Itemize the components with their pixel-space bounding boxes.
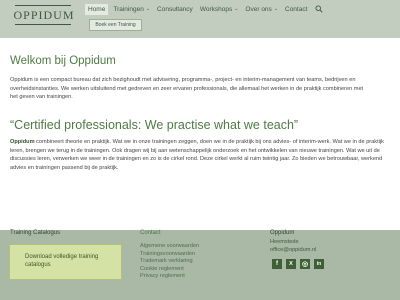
link-trainingsvoorwaarden[interactable]: Trainingsvoorwaarden — [140, 251, 199, 259]
nav-item-consultancy[interactable]: Consultancy — [157, 6, 193, 13]
search-icon[interactable] — [315, 5, 324, 13]
facebook-icon[interactable]: f — [272, 259, 282, 269]
oppidum-footer-heading: Oppidum — [270, 230, 295, 236]
logo-rule-bottom — [15, 24, 71, 25]
training-catalogus-heading: Training Catalogus — [10, 230, 61, 236]
company-name-bold: Oppidum — [10, 139, 35, 145]
main-content: Welkom bij Oppidum Oppidum is een compac… — [0, 38, 400, 230]
intro-paragraph: Oppidum is een compact bureau dat zich b… — [10, 77, 364, 100]
chevron-down-icon: ⌄ — [273, 6, 278, 12]
nav-item-contact[interactable]: Contact — [285, 6, 307, 13]
chevron-down-icon: ⌄ — [234, 6, 239, 12]
site-footer: Training Catalogus Download volledige tr… — [0, 230, 400, 300]
nav-item-home[interactable]: Home — [85, 3, 109, 15]
instagram-icon[interactable]: ◎ — [300, 259, 310, 269]
contact-links: Algemene voorwaarden Trainingsvoorwaarde… — [140, 243, 199, 281]
nav-item-trainingen[interactable]: Trainingen ⌄ — [113, 6, 150, 13]
nav-item-label: Workshops — [199, 5, 233, 13]
nav-item-label: Home — [88, 5, 106, 13]
linkedin-icon[interactable]: in — [314, 259, 324, 269]
download-catalogus-label: Download volledige training catalogus — [25, 254, 99, 268]
link-algemene-voorwaarden[interactable]: Algemene voorwaarden — [140, 243, 199, 251]
company-email[interactable]: office@oppidum.nl — [270, 247, 316, 253]
main-nav: Home Trainingen ⌄ Consultancy Workshops … — [85, 3, 324, 15]
logo-rule-top — [15, 5, 71, 6]
nav-item-workshops[interactable]: Workshops ⌄ — [200, 6, 239, 13]
download-catalogus-button[interactable]: Download volledige training catalogus — [9, 244, 122, 280]
link-cookie-reglement[interactable]: Cookie reglement — [140, 266, 199, 274]
tagline-heading: “Certified professionals: We practise wh… — [10, 118, 299, 132]
nav-item-label: Trainingen — [113, 5, 144, 13]
nav-item-label: Over ons — [245, 5, 272, 13]
page-title: Welkom bij Oppidum — [10, 55, 116, 67]
book-training-button[interactable]: Boek een Training — [89, 19, 142, 31]
link-privacy-reglement[interactable]: Privacy reglement — [140, 273, 199, 281]
nav-item-label: Contact — [285, 5, 308, 13]
contact-heading: Contact — [140, 230, 161, 236]
x-icon[interactable]: X — [286, 259, 296, 269]
body-text: combineert theorie en praktijk. Wat we i… — [10, 139, 384, 171]
nav-item-over-ons[interactable]: Over ons ⌄ — [245, 6, 278, 13]
oppidum-logo[interactable]: OPPIDUM — [13, 5, 75, 33]
body-paragraph: Oppidum combineert theorie en praktijk. … — [10, 138, 388, 172]
link-trademark-verklaring[interactable]: Trademark verklaring — [140, 258, 199, 266]
company-city: Heemstede — [270, 239, 299, 245]
chevron-down-icon: ⌄ — [145, 6, 151, 12]
site-header: OPPIDUM Home Trainingen ⌄ Consultancy Wo… — [0, 0, 400, 38]
nav-item-label: Consultancy — [157, 5, 193, 13]
logo-text: OPPIDUM — [13, 8, 75, 22]
